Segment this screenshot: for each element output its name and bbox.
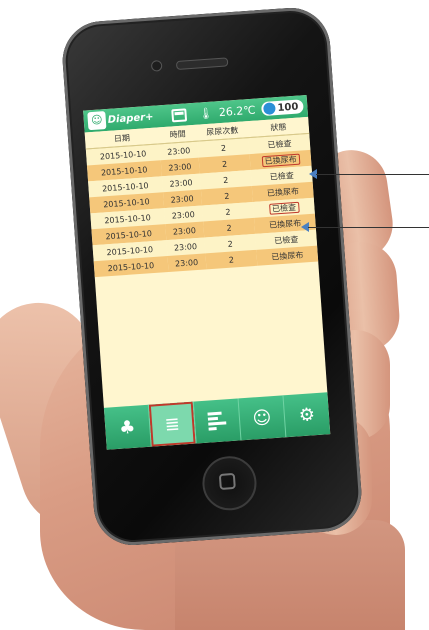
home-square-icon bbox=[218, 472, 236, 490]
pointer-line bbox=[308, 227, 429, 228]
bar-chart-icon bbox=[207, 411, 227, 431]
logo-text: Diaper+ bbox=[107, 111, 154, 126]
tab-records[interactable]: ≣ bbox=[148, 401, 197, 447]
status-text: 已檢查 bbox=[268, 201, 300, 215]
status-text: 已換尿布 bbox=[268, 218, 302, 230]
pointer-line bbox=[316, 174, 429, 175]
counter-icon bbox=[263, 102, 276, 115]
baby-icon: ♣ bbox=[118, 416, 137, 439]
temperature-readout: 26.2℃ bbox=[218, 103, 257, 119]
status-text: 已檢查 bbox=[273, 234, 299, 246]
home-button[interactable] bbox=[200, 454, 259, 513]
status-text: 已檢查 bbox=[269, 170, 295, 182]
counter-value: 100 bbox=[277, 101, 299, 114]
tab-settings[interactable]: ⚙ bbox=[283, 392, 330, 437]
tab-chart[interactable] bbox=[193, 398, 242, 444]
status-text: 已換尿布 bbox=[266, 186, 300, 198]
front-camera-icon bbox=[150, 59, 163, 72]
app-logo: ☺ Diaper+ bbox=[87, 108, 154, 131]
status-text: 已換尿布 bbox=[271, 250, 304, 262]
cell-time: 23:00 bbox=[167, 253, 207, 273]
earpiece-speaker bbox=[175, 57, 229, 70]
thermometer-icon: 🌡 bbox=[198, 106, 214, 121]
counter-badge[interactable]: 100 bbox=[261, 99, 304, 117]
gear-icon: ⚙ bbox=[298, 403, 316, 426]
cell-status: 已換尿布 bbox=[256, 245, 319, 266]
status-text: 已換尿布 bbox=[261, 153, 300, 167]
logo-icon: ☺ bbox=[87, 111, 107, 131]
tab-baby[interactable]: ♣ bbox=[103, 404, 152, 450]
records-table: 日期 時間 尿尿次數 狀態 2015-10-10 23:00 2 已檢查 2015-10… bbox=[84, 116, 319, 278]
app-screen: ☺ Diaper+ 🌡 26.2℃ 100 日期 時間 尿尿次數 狀態 2015… bbox=[83, 94, 331, 450]
list-icon: ≣ bbox=[163, 413, 181, 436]
bottom-tab-bar: ♣ ≣ ☺ ⚙ bbox=[103, 392, 331, 450]
smiley-icon: ☺ bbox=[251, 406, 273, 429]
cell-count: 2 bbox=[205, 249, 258, 270]
status-text: 已檢查 bbox=[267, 138, 292, 150]
battery-icon bbox=[170, 107, 188, 122]
phone-device: ☺ Diaper+ 🌡 26.2℃ 100 日期 時間 尿尿次數 狀態 2015… bbox=[60, 5, 364, 548]
tab-smile[interactable]: ☺ bbox=[238, 395, 287, 441]
